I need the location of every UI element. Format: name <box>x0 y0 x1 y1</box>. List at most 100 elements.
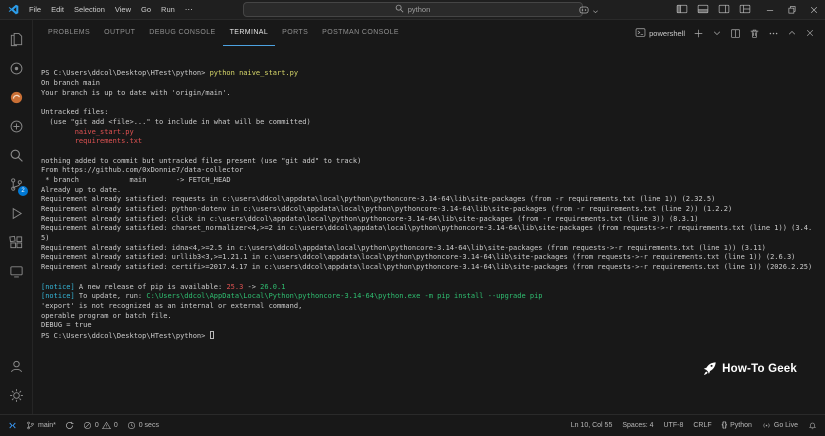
terminal-line: * branch main -> FETCH_HEAD <box>41 176 825 186</box>
terminal-line: Requirement already satisfied: requests … <box>41 195 825 205</box>
terminal-line: Requirement already satisfied: urllib3<3… <box>41 253 825 263</box>
terminal-shell-select[interactable]: powershell <box>635 27 685 40</box>
restore-button[interactable] <box>781 0 803 20</box>
go-live[interactable]: Go Live <box>762 421 798 430</box>
remote-indicator[interactable] <box>8 421 17 430</box>
status-bar-right: Ln 10, Col 55 Spaces: 4 UTF-8 CRLF {} Py… <box>571 421 817 430</box>
main-area: 2 PROBLEMSOUTPUTDEBUG CONSOLETERMINALPOR <box>0 20 825 414</box>
powershell-icon <box>635 27 646 40</box>
activity-bar-item-source-control[interactable]: 2 <box>3 170 29 199</box>
status-bar: main* 0 0 0 secs Ln 10, Col 55 Spaces: 4… <box>0 414 825 436</box>
terminal-line: (use "git add <file>..." to include in w… <box>41 118 825 128</box>
terminal-line: Requirement already satisfied: idna<4,>=… <box>41 244 825 254</box>
tab-output[interactable]: OUTPUT <box>97 20 142 46</box>
copilot-button[interactable] <box>578 3 600 21</box>
branch-indicator[interactable]: main* <box>26 421 56 430</box>
eol-sequence[interactable]: CRLF <box>693 422 711 429</box>
terminal-output[interactable]: PS C:\Users\ddcol\Desktop\HTest\python> … <box>41 69 825 340</box>
minimize-button[interactable] <box>759 0 781 20</box>
close-panel-button[interactable] <box>805 28 815 38</box>
terminal-line: Your branch is up to date with 'origin/m… <box>41 89 825 99</box>
panel-header: PROBLEMSOUTPUTDEBUG CONSOLETERMINALPORTS… <box>33 20 825 46</box>
activity-bar-item-run-debug[interactable] <box>3 199 29 228</box>
terminal-line: On branch main <box>41 79 825 89</box>
encoding[interactable]: UTF-8 <box>664 422 684 429</box>
split-terminal-button[interactable] <box>730 28 741 39</box>
customize-layout-button[interactable] <box>739 3 751 15</box>
clock-icon <box>127 421 136 430</box>
new-terminal-button[interactable] <box>693 28 704 39</box>
tab-ports[interactable]: PORTS <box>275 20 315 46</box>
layout-controls <box>676 3 751 15</box>
terminal-line: Requirement already satisfied: click in … <box>41 215 825 225</box>
tab-debug-console[interactable]: DEBUG CONSOLE <box>142 20 222 46</box>
bell-icon <box>808 421 817 430</box>
timer-indicator[interactable]: 0 secs <box>127 421 159 430</box>
activity-bar-item-extension-2[interactable] <box>3 83 29 112</box>
braces-icon: {} <box>722 422 727 429</box>
watermark: How-To Geek <box>661 351 797 388</box>
gear-icon <box>9 388 24 403</box>
notifications[interactable] <box>808 421 817 430</box>
errors-icon <box>83 421 92 430</box>
bottom-panel: PROBLEMSOUTPUTDEBUG CONSOLETERMINALPORTS… <box>33 20 825 414</box>
terminal-line: 'export' is not recognized as an interna… <box>41 302 825 312</box>
terminal-cursor <box>210 331 215 339</box>
tab-problems[interactable]: PROBLEMS <box>41 20 97 46</box>
menu-file[interactable]: File <box>24 5 46 14</box>
activity-bar-item-extension-3[interactable] <box>3 112 29 141</box>
extensions-icon <box>9 235 24 250</box>
terminal-line: PS C:\Users\ddcol\Desktop\HTest\python> <box>41 331 825 341</box>
titlebar: FileEditSelectionViewGoRun ⋯ python <box>0 0 825 20</box>
activity-bar-item-remote-explorer[interactable] <box>3 257 29 286</box>
panel-tabs: PROBLEMSOUTPUTDEBUG CONSOLETERMINALPORTS… <box>41 20 406 46</box>
terminal-dropdown-button[interactable] <box>712 28 722 38</box>
toggle-primary-sidebar-button[interactable] <box>676 3 688 15</box>
activity-bar-item-extension-1[interactable] <box>3 54 29 83</box>
activity-bar-item-accounts[interactable] <box>3 352 29 381</box>
indentation[interactable]: Spaces: 4 <box>622 422 653 429</box>
kill-terminal-button[interactable] <box>749 28 760 39</box>
terminal-line <box>41 98 825 108</box>
command-center-search[interactable]: python <box>243 2 583 17</box>
language-mode[interactable]: {} Python <box>722 422 752 429</box>
sync-icon <box>65 421 74 430</box>
restore-panel-size-button[interactable] <box>787 28 797 38</box>
terminal-line: [notice] A new release of pip is availab… <box>41 283 825 293</box>
remote-icon <box>8 421 17 430</box>
menu-view[interactable]: View <box>110 5 136 14</box>
sync-indicator[interactable] <box>65 421 74 430</box>
terminal-line <box>41 147 825 157</box>
close-button[interactable] <box>803 0 825 20</box>
terminal-line: [notice] To update, run: C:\Users\ddcol\… <box>41 292 825 302</box>
terminal-line: DEBUG = true <box>41 321 825 331</box>
menu-bar: FileEditSelectionViewGoRun <box>24 5 180 14</box>
activity-bar-item-settings[interactable] <box>3 381 29 410</box>
search-value: python <box>408 5 431 14</box>
terminal-line: nothing added to commit but untracked fi… <box>41 157 825 167</box>
activity-bar-item-search[interactable] <box>3 141 29 170</box>
terminal-line: Requirement already satisfied: python-do… <box>41 205 825 215</box>
branch-label: main* <box>38 422 56 429</box>
cursor-position[interactable]: Ln 10, Col 55 <box>571 422 613 429</box>
menu-run[interactable]: Run <box>156 5 180 14</box>
toggle-secondary-sidebar-button[interactable] <box>718 3 730 15</box>
menu-edit[interactable]: Edit <box>46 5 69 14</box>
menu-go[interactable]: Go <box>136 5 156 14</box>
tab-postman-console[interactable]: POSTMAN CONSOLE <box>315 20 406 46</box>
menu-overflow-button[interactable]: ⋯ <box>180 5 198 14</box>
menu-selection[interactable]: Selection <box>69 5 110 14</box>
panel-actions: powershell <box>635 27 825 40</box>
terminal-line: Requirement already satisfied: certifi>=… <box>41 263 825 273</box>
extension-1-icon <box>9 61 24 76</box>
problems-indicator[interactable]: 0 0 <box>83 421 118 430</box>
panel-more-actions-button[interactable] <box>768 28 779 39</box>
terminal-line: PS C:\Users\ddcol\Desktop\HTest\python> … <box>41 69 825 79</box>
terminal-line <box>41 273 825 283</box>
activity-bar-item-explorer[interactable] <box>3 25 29 54</box>
extension-3-icon <box>9 119 24 134</box>
tab-terminal[interactable]: TERMINAL <box>223 20 276 46</box>
window-controls <box>759 0 825 20</box>
toggle-panel-button[interactable] <box>697 3 709 15</box>
activity-bar-item-extensions[interactable] <box>3 228 29 257</box>
